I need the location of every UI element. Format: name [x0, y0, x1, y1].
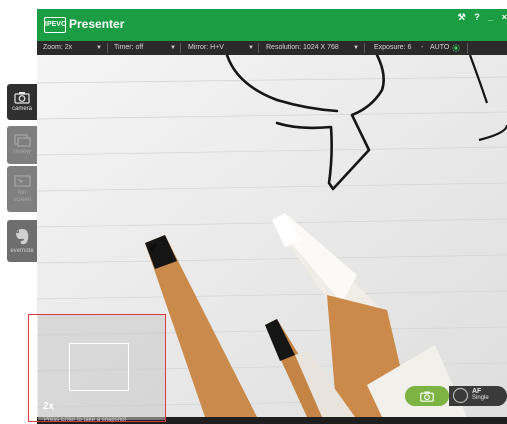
camera-button[interactable]: camera: [7, 84, 37, 120]
camera-icon: [420, 391, 434, 402]
zoom-level-label: 2x: [43, 401, 55, 412]
minimize-icon[interactable]: _: [488, 12, 493, 22]
settings-icon[interactable]: ⚒: [458, 12, 466, 23]
app-title: Presenter: [69, 17, 125, 31]
toolbar-divider: [107, 43, 108, 53]
af-mode-label: Single: [472, 395, 489, 401]
auto-exposure-sun-icon[interactable]: [452, 44, 460, 52]
window-controls: ⚒ ? _ ×: [452, 12, 507, 23]
snapshot-button[interactable]: [405, 386, 449, 406]
close-icon[interactable]: ×: [502, 12, 507, 22]
toolbar-divider: [467, 43, 468, 53]
af-mode-text: AF Single: [472, 388, 489, 402]
chevron-down-icon[interactable]: ▼: [170, 41, 176, 55]
ipevo-logo: IPEVO: [44, 17, 66, 33]
exposure-value[interactable]: Exposure: 6: [374, 41, 411, 55]
exposure-auto-button[interactable]: AUTO: [430, 41, 449, 55]
mirror-select[interactable]: Mirror: H+V: [188, 41, 224, 55]
focus-icon: [453, 388, 468, 403]
toolbar-divider: [180, 43, 181, 53]
review-label: review: [13, 149, 31, 155]
zoom-select[interactable]: Zoom: 2x: [43, 41, 72, 55]
af-label: AF: [472, 388, 482, 395]
chevron-down-icon[interactable]: ▼: [248, 41, 254, 55]
capture-controls: AF Single: [405, 386, 507, 406]
evernote-label: evernote: [10, 247, 34, 254]
settings-toolbar: Zoom: 2x ▼ Timer: off ▼ Mirror: H+V ▼ Re…: [37, 41, 507, 55]
chevron-down-icon[interactable]: ▼: [353, 41, 359, 55]
evernote-button[interactable]: evernote: [7, 220, 37, 262]
exposure-decrease-button[interactable]: -: [421, 41, 423, 55]
camera-label: camera: [11, 106, 32, 112]
autofocus-button[interactable]: AF Single: [449, 386, 507, 406]
full-screen-button[interactable]: full screen: [7, 166, 37, 212]
evernote-icon: [16, 228, 29, 244]
timer-select[interactable]: Timer: off: [114, 41, 143, 55]
zoom-navigator[interactable]: 2x: [28, 314, 166, 422]
chevron-down-icon[interactable]: ▼: [96, 41, 102, 55]
full-screen-label: full screen: [12, 189, 31, 203]
toolbar-divider: [258, 43, 259, 53]
review-button[interactable]: review: [7, 126, 37, 164]
toolbar-divider: [364, 43, 365, 53]
help-icon[interactable]: ?: [474, 12, 480, 22]
title-bar: IPEVO Presenter ⚒ ? _ ×: [37, 9, 507, 41]
review-icon: [13, 134, 31, 147]
camera-icon: [14, 92, 30, 104]
fullscreen-icon: [13, 174, 31, 187]
zoom-viewport-frame[interactable]: [69, 343, 129, 391]
resolution-select[interactable]: Resolution: 1024 X 768: [266, 41, 339, 55]
